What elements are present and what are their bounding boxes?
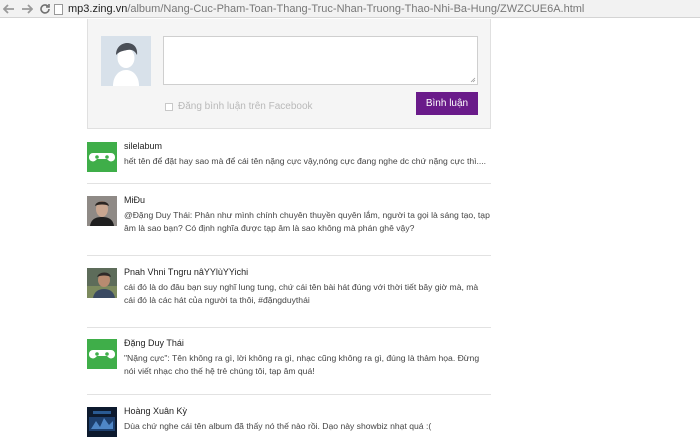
comment-item: Pnah Vhni Tngru nâYYlùYYichi cái đó là d… — [87, 266, 491, 328]
page-content: Đăng bình luận trên Facebook Bình luận s… — [0, 19, 700, 439]
submit-comment-button[interactable]: Bình luận — [416, 92, 478, 115]
comment-item: silelabum hết tên để đặt hay sao mà để c… — [87, 140, 491, 184]
comment-text: "Nặng cực": Tên không ra gì, lời không r… — [124, 353, 480, 376]
comment-author[interactable]: Đặng Duy Thái — [124, 338, 184, 348]
address-bar[interactable]: mp3.zing.vn/album/Nang-Cuc-Pham-Toan-Tha… — [54, 1, 700, 17]
facebook-checkbox-label: Đăng bình luận trên Facebook — [178, 101, 313, 112]
user-avatar[interactable] — [87, 268, 117, 298]
comment-author[interactable]: Pnah Vhni Tngru nâYYlùYYichi — [124, 267, 248, 277]
comment-item: MiĐu @Đặng Duy Thái: Phản như mình chính… — [87, 194, 491, 256]
comment-author[interactable]: silelabum — [124, 141, 162, 151]
user-avatar[interactable] — [87, 196, 117, 226]
comment-text: hết tên để đặt hay sao mà để cái tên nặn… — [124, 156, 487, 166]
checkbox-icon[interactable] — [165, 102, 173, 111]
reload-icon[interactable] — [36, 0, 54, 18]
resize-grip-icon[interactable] — [470, 77, 476, 83]
facebook-checkbox[interactable]: Đăng bình luận trên Facebook — [165, 101, 313, 112]
comment-author[interactable]: Hoàng Xuân Kỳ — [124, 406, 187, 416]
gamepad-icon[interactable] — [87, 339, 117, 369]
gamepad-icon[interactable] — [87, 142, 117, 172]
page-icon — [54, 3, 63, 15]
comment-item: Hoàng Xuân Kỳ Dùa chứ nghe cái tên album… — [87, 405, 491, 439]
default-avatar-icon — [101, 36, 151, 86]
comment-list: silelabum hết tên để đặt hay sao mà để c… — [87, 140, 491, 439]
comment-author[interactable]: MiĐu — [124, 195, 145, 205]
comment-text: Dùa chứ nghe cái tên album đã thấy nó th… — [124, 421, 432, 431]
browser-toolbar: mp3.zing.vn/album/Nang-Cuc-Pham-Toan-Tha… — [0, 0, 700, 18]
comment-textarea[interactable] — [163, 36, 478, 85]
comment-form: Đăng bình luận trên Facebook Bình luận — [87, 19, 491, 129]
back-arrow-icon[interactable] — [0, 0, 18, 18]
url-host: mp3.zing.vn — [68, 3, 128, 15]
comment-item: Đặng Duy Thái "Nặng cực": Tên không ra g… — [87, 337, 491, 395]
url-path: /album/Nang-Cuc-Pham-Toan-Thang-Truc-Nha… — [127, 3, 585, 15]
comment-text: cái đó là do đâu bạn suy nghĩ lung tung,… — [124, 282, 479, 305]
user-avatar[interactable] — [87, 407, 117, 437]
forward-arrow-icon[interactable] — [18, 0, 36, 18]
comment-text: @Đặng Duy Thái: Phản như mình chính chuy… — [124, 210, 490, 233]
